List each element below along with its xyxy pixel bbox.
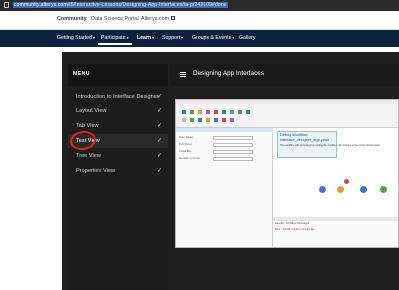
- checkmark-icon: ✓: [156, 108, 162, 114]
- topnav-community-link[interactable]: Community: [57, 16, 87, 22]
- designer-interface-panel: Input Values Drop Down Check Box Numeric…: [176, 128, 273, 247]
- designer-screenshot: Input Values Drop Down Check Box Numeric…: [175, 99, 399, 248]
- property-label: Input Values: [179, 136, 194, 139]
- interface-property-row: Check Box: [179, 150, 269, 155]
- workflow-tool-icon: [337, 186, 344, 193]
- ribbon-tool-icon: [206, 110, 210, 114]
- nav-getting-started[interactable]: Getting Started▾: [57, 35, 95, 41]
- property-value-box: [213, 150, 253, 154]
- menu-title: MENU: [73, 71, 90, 77]
- checkmark-icon: ✓: [156, 123, 162, 129]
- community-topnav: Community Data Science Portal Alteryx.co…: [0, 11, 399, 30]
- ribbon-tool-icon: [230, 110, 234, 114]
- ribbon-tool-icon: [246, 110, 250, 114]
- nav-groups-events-label: Groups & Events: [192, 35, 232, 41]
- checkmark-icon: ✓: [156, 138, 162, 144]
- property-label: Check Box: [179, 150, 192, 153]
- ribbon-tool-icon: [182, 110, 186, 114]
- ribbon-tool-icon: [238, 110, 242, 114]
- nav-gallery[interactable]: Gallery: [239, 35, 255, 41]
- property-value-box: [213, 143, 253, 147]
- url-field[interactable]: community.alteryx.com/t5/Interactive-Les…: [13, 1, 228, 10]
- ribbon-tool-icon: [198, 110, 202, 114]
- results-header: [273, 217, 398, 221]
- property-label: Drop Down: [179, 143, 192, 146]
- chevron-down-icon: ▾: [152, 35, 155, 40]
- property-label: Numeric Up Down: [179, 157, 201, 160]
- workflow-tool-icon: [380, 186, 387, 193]
- designer-ribbon: [176, 104, 398, 128]
- debug-workflow-file: interface_designer_app.yxwz: [280, 138, 330, 142]
- nav-participate[interactable]: Participate▾: [101, 35, 129, 41]
- workflow-tool-icon: [344, 179, 349, 184]
- lock-icon: [4, 2, 9, 8]
- interface-property-row: Numeric Up Down: [179, 157, 269, 162]
- nav-active-indicator: [98, 43, 132, 45]
- chevron-down-icon: ▾: [181, 35, 184, 40]
- results-tabs: Results - Workflow Messages: [275, 222, 310, 225]
- menu-item-introduction[interactable]: Introduction to Interface Designer ✓: [68, 90, 168, 104]
- browser-address-bar[interactable]: community.alteryx.com/t5/Interactive-Les…: [0, 0, 399, 11]
- menu-item-label: Layout View: [76, 108, 107, 114]
- workflow-tool-icon: [360, 186, 367, 193]
- nav-learn-label: Learn: [137, 35, 152, 41]
- debug-workflow-text: This workflow was generated by running t…: [280, 144, 381, 147]
- interface-panel-header: [176, 128, 273, 132]
- chevron-down-icon: ▾: [232, 35, 235, 40]
- external-link-icon: [171, 16, 176, 21]
- ribbon-tool-icon: [214, 118, 218, 122]
- chevron-down-icon: ▾: [92, 35, 95, 40]
- ribbon-tool-icon: [230, 118, 234, 122]
- checkmark-icon: ✓: [156, 94, 162, 100]
- ribbon-tool-icon: [214, 110, 218, 114]
- nav-participate-label: Participate: [101, 35, 126, 41]
- url-host: community.alteryx.com: [14, 2, 68, 8]
- nav-learn[interactable]: Learn▾: [137, 35, 154, 41]
- main-navigation: Getting Started▾ Participate▾ Learn▾ Sup…: [0, 30, 399, 47]
- property-value-box: [213, 157, 253, 161]
- menu-item-label: Tab View: [76, 123, 99, 129]
- ribbon-tool-icon: [198, 118, 202, 122]
- page-title: Designing App Interfaces: [193, 70, 265, 77]
- ribbon-tool-icon: [190, 118, 194, 122]
- nav-support[interactable]: Support▾: [162, 35, 183, 41]
- chevron-down-icon: ▾: [126, 35, 129, 40]
- interface-property-row: Input Values: [179, 136, 269, 141]
- ribbon-tool-icon: [182, 118, 186, 122]
- nav-groups-events[interactable]: Groups & Events▾: [192, 35, 234, 41]
- nav-getting-started-label: Getting Started: [57, 35, 92, 41]
- ribbon-tool-icon: [190, 110, 194, 114]
- menu-item-label: Introduction to Interface Designer: [76, 94, 159, 100]
- menu-item-label: Properties View: [76, 168, 116, 174]
- debug-workflow-title: Debug Workflow: [280, 133, 308, 137]
- results-error-message: Error - Tool #2: Unable to find the file…: [275, 228, 316, 231]
- url-path: /t5/Interactive-Lessons/Designing-App-In…: [67, 2, 227, 8]
- workflow-tool-icon: [319, 186, 326, 193]
- checkmark-icon: ✓: [156, 168, 162, 174]
- menu-item-layout-view[interactable]: Layout View ✓: [68, 104, 168, 118]
- menu-item-tree-view[interactable]: Tree View ✓: [68, 149, 168, 163]
- ribbon-tool-icon: [206, 118, 210, 122]
- topnav-data-science-portal-link[interactable]: Data Science Portal: [91, 16, 139, 22]
- checkmark-icon: ✓: [156, 153, 162, 159]
- topnav-alteryx-label: Alteryx.com: [141, 16, 170, 22]
- menu-item-properties-view[interactable]: Properties View ✓: [68, 164, 168, 178]
- hamburger-menu-icon[interactable]: [180, 72, 186, 77]
- interface-property-row: Drop Down: [179, 143, 269, 148]
- topnav-alteryx-link[interactable]: Alteryx.com: [141, 16, 176, 22]
- ribbon-tool-icon: [222, 110, 226, 114]
- menu-item-label: Tree View: [76, 153, 101, 159]
- property-value-box: [213, 136, 253, 140]
- nav-support-label: Support: [162, 35, 181, 41]
- ribbon-tool-icon: [222, 118, 226, 122]
